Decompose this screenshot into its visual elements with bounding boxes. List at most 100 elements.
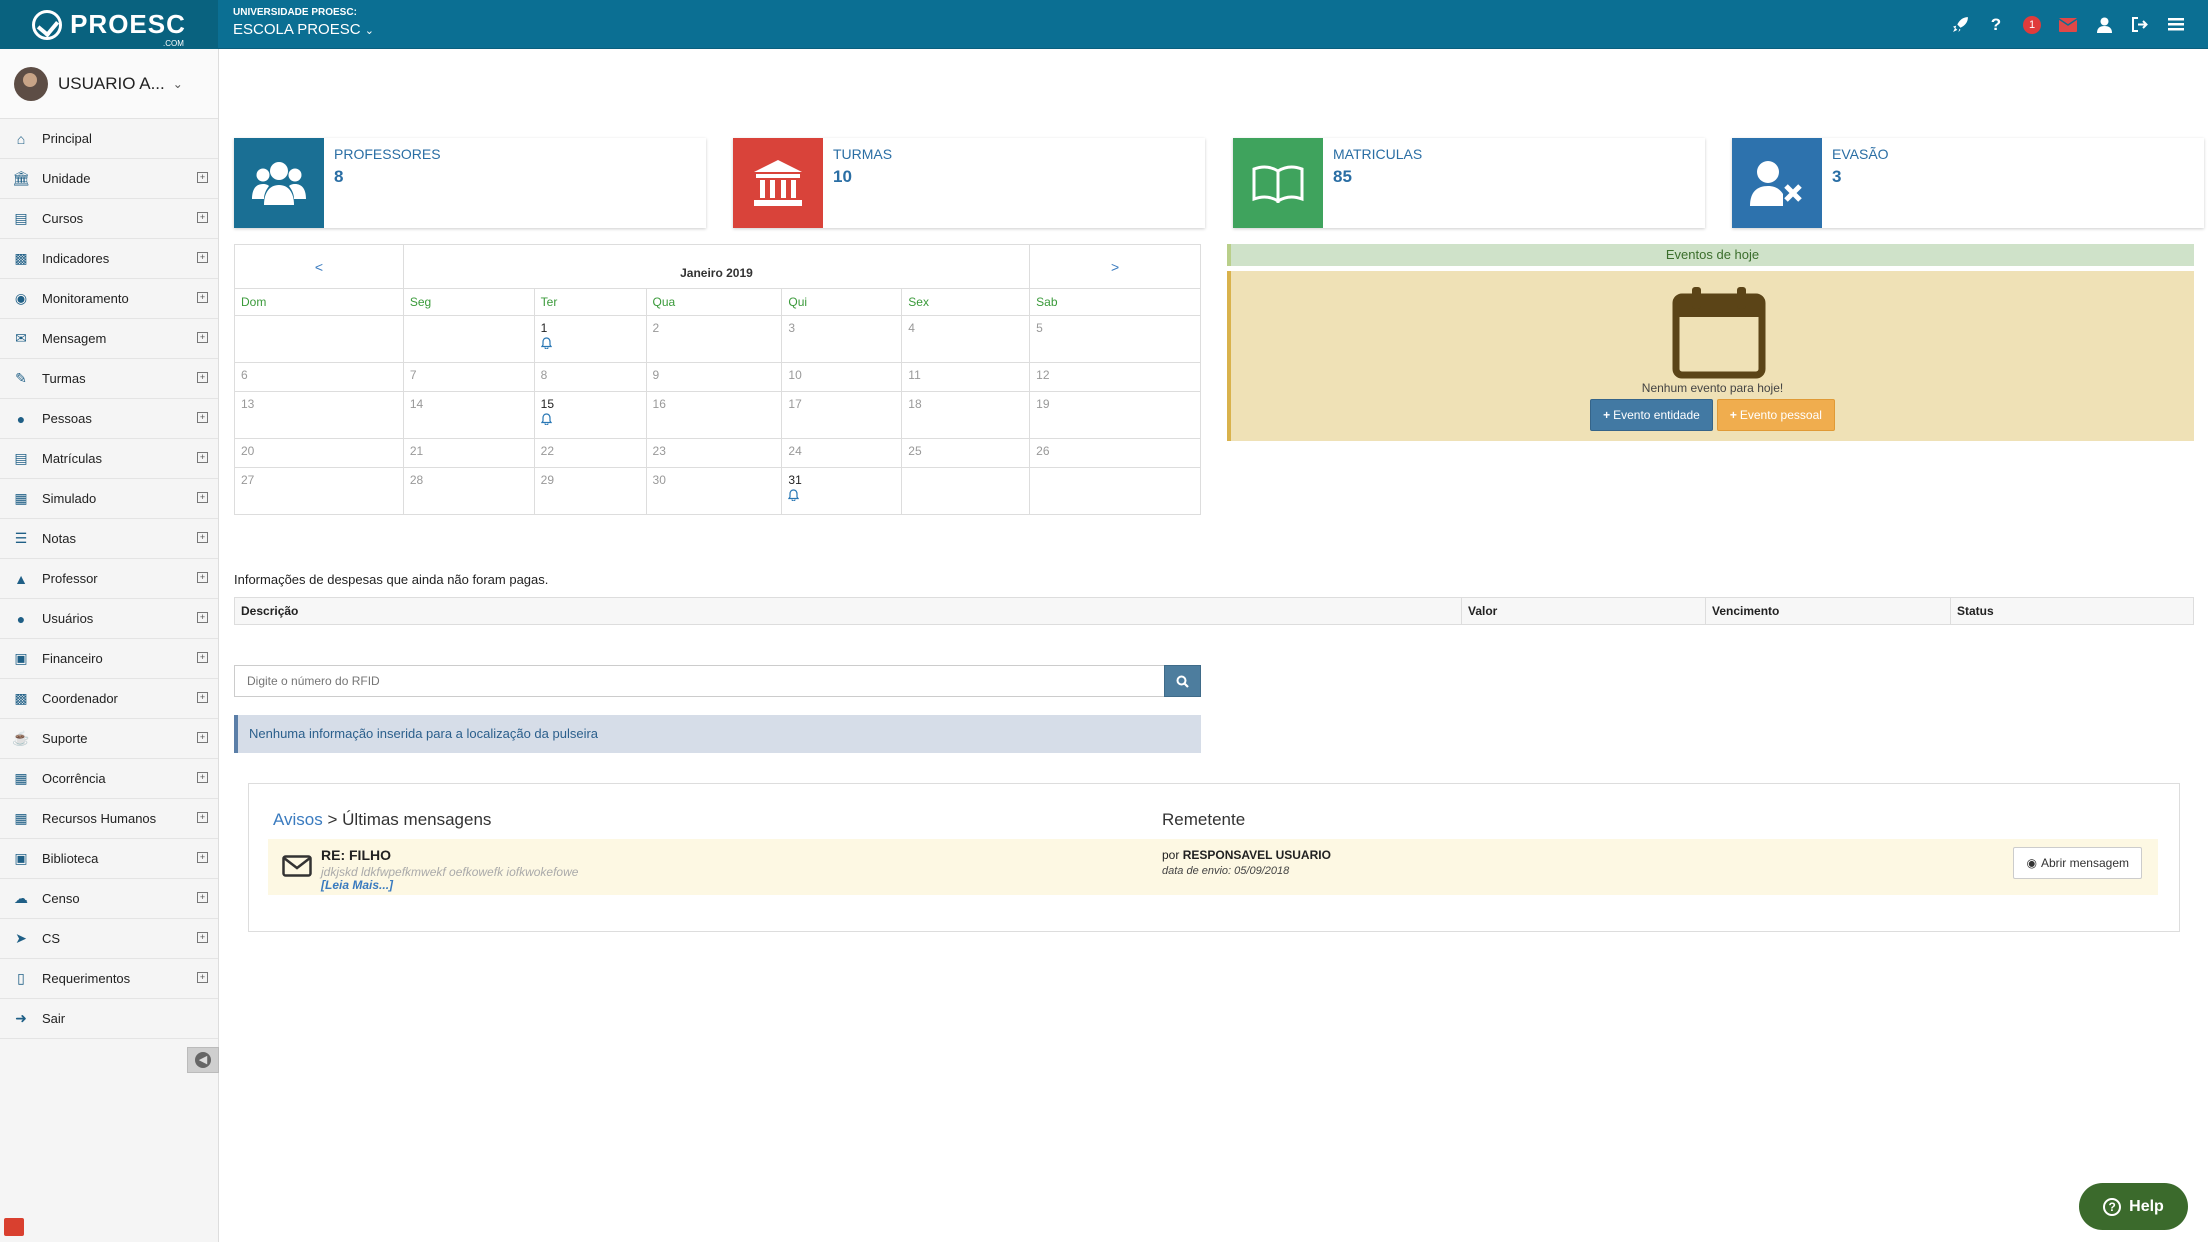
school-selector[interactable]: UNIVERSIDADE PROESC: ESCOLA PROESC ⌄ [233,7,374,38]
expand-plus-icon[interactable]: + [197,212,208,223]
expand-plus-icon[interactable]: + [197,772,208,783]
calendar-day[interactable]: 8 [533,362,647,392]
help-button[interactable]: ? Help [2079,1183,2188,1230]
bell-icon[interactable] [540,337,640,352]
expand-plus-icon[interactable]: + [197,252,208,263]
calendar-day[interactable]: 9 [645,362,783,392]
calendar-day[interactable]: 13 [234,391,404,439]
sidebar-item-coordenador[interactable]: ▩ Coordenador + [0,679,218,719]
expand-plus-icon[interactable]: + [197,412,208,423]
calendar-day[interactable]: 5 [1029,315,1201,363]
sidebar-item-turmas[interactable]: ✎ Turmas + [0,359,218,399]
calendar-day[interactable]: 7 [402,362,535,392]
calendar-day[interactable]: 21 [402,438,535,468]
sidebar-item-professor[interactable]: ▲ Professor + [0,559,218,599]
expand-plus-icon[interactable]: + [197,372,208,383]
calendar-day[interactable]: 25 [901,438,1031,468]
sidebar-item-ocorr-ncia[interactable]: ▦ Ocorrência + [0,759,218,799]
calendar-day[interactable]: 23 [645,438,783,468]
expand-plus-icon[interactable]: + [197,332,208,343]
stat-card-matriculas[interactable]: MATRICULAS 85 [1233,138,1705,228]
envelope-icon[interactable] [2050,0,2086,49]
read-more-link[interactable]: [Leia Mais...] [321,878,393,892]
expand-plus-icon[interactable]: + [197,892,208,903]
expand-plus-icon[interactable]: + [197,692,208,703]
sidebar-item-sair[interactable]: ➜ Sair [0,999,218,1039]
calendar-day[interactable]: 3 [781,315,903,363]
calendar-prev-button[interactable]: < [234,244,404,289]
calendar-day[interactable]: 30 [645,467,783,515]
calendar-day[interactable]: 29 [533,467,647,515]
calendar-day[interactable]: 28 [402,467,535,515]
sidebar-item-mensagem[interactable]: ✉ Mensagem + [0,319,218,359]
expand-plus-icon[interactable]: + [197,172,208,183]
sidebar-item-censo[interactable]: ☁ Censo + [0,879,218,919]
bell-icon[interactable] [540,413,640,428]
calendar-day[interactable]: 4 [901,315,1031,363]
user-menu[interactable]: USUARIO A... ⌄ [0,49,218,119]
sidebar-item-financeiro[interactable]: ▣ Financeiro + [0,639,218,679]
rfid-input[interactable] [234,665,1164,697]
expand-plus-icon[interactable]: + [197,292,208,303]
stat-card-turmas[interactable]: TURMAS 10 [733,138,1205,228]
expand-plus-icon[interactable]: + [197,932,208,943]
calendar-day[interactable]: 31 [781,467,903,515]
sidebar-item-indicadores[interactable]: ▩ Indicadores + [0,239,218,279]
expand-plus-icon[interactable]: + [197,452,208,463]
calendar-day[interactable]: 2 [645,315,783,363]
expand-plus-icon[interactable]: + [197,972,208,983]
sidebar-item-cursos[interactable]: ▤ Cursos + [0,199,218,239]
calendar-day[interactable]: 1 [533,315,647,363]
sidebar-item-notas[interactable]: ☰ Notas + [0,519,218,559]
user-icon[interactable] [2086,0,2122,49]
question-icon[interactable]: ? [1978,0,2014,49]
collapse-sidebar-button[interactable]: ◀ [187,1047,219,1073]
calendar-day[interactable]: 18 [901,391,1031,439]
sign-out-icon[interactable] [2122,0,2158,49]
calendar-day[interactable]: 11 [901,362,1031,392]
calendar-day[interactable]: 16 [645,391,783,439]
add-entity-event-button[interactable]: + Evento entidade [1590,399,1713,431]
sidebar-item-monitoramento[interactable]: ◉ Monitoramento + [0,279,218,319]
calendar-day[interactable]: 6 [234,362,404,392]
notifications-button[interactable]: 1 [2014,0,2050,49]
open-message-button[interactable]: ◉ Abrir mensagem [2013,847,2142,879]
stat-card-professores[interactable]: PROFESSORES 8 [234,138,706,228]
expand-plus-icon[interactable]: + [197,732,208,743]
expand-plus-icon[interactable]: + [197,532,208,543]
sidebar-item-biblioteca[interactable]: ▣ Biblioteca + [0,839,218,879]
sidebar-item-simulado[interactable]: ▦ Simulado + [0,479,218,519]
stat-card-evaso[interactable]: EVASÃO 3 [1732,138,2204,228]
sidebar-item-pessoas[interactable]: ● Pessoas + [0,399,218,439]
calendar-day[interactable]: 14 [402,391,535,439]
sidebar-item-principal[interactable]: ⌂ Principal [0,119,218,159]
sidebar-item-suporte[interactable]: ☕ Suporte + [0,719,218,759]
calendar-day[interactable]: 10 [781,362,903,392]
expand-plus-icon[interactable]: + [197,492,208,503]
sidebar-item-usu-rios[interactable]: ● Usuários + [0,599,218,639]
calendar-day[interactable]: 15 [533,391,647,439]
rocket-icon[interactable] [1942,0,1978,49]
sidebar-item-matr-culas[interactable]: ▤ Matrículas + [0,439,218,479]
calendar-day[interactable]: 26 [1029,438,1201,468]
expand-plus-icon[interactable]: + [197,612,208,623]
add-personal-event-button[interactable]: + Evento pessoal [1716,399,1835,431]
sidebar-item-requerimentos[interactable]: ▯ Requerimentos + [0,959,218,999]
rfid-search-button[interactable] [1164,665,1201,697]
expand-plus-icon[interactable]: + [197,572,208,583]
corner-widget-icon[interactable] [4,1218,24,1236]
bell-icon[interactable] [788,489,895,504]
avisos-link[interactable]: Avisos [273,810,323,829]
proesc-logo[interactable]: PROESC .COM [0,0,218,49]
expand-plus-icon[interactable]: + [197,852,208,863]
calendar-day[interactable]: 27 [234,467,404,515]
sidebar-item-cs[interactable]: ➤ CS + [0,919,218,959]
calendar-day[interactable]: 19 [1029,391,1201,439]
calendar-day[interactable]: 22 [533,438,647,468]
calendar-day[interactable]: 24 [781,438,903,468]
calendar-day[interactable]: 12 [1029,362,1201,392]
sidebar-item-recursos-humanos[interactable]: ▦ Recursos Humanos + [0,799,218,839]
calendar-next-button[interactable]: > [1029,244,1201,289]
calendar-day[interactable]: 17 [781,391,903,439]
expand-plus-icon[interactable]: + [197,652,208,663]
